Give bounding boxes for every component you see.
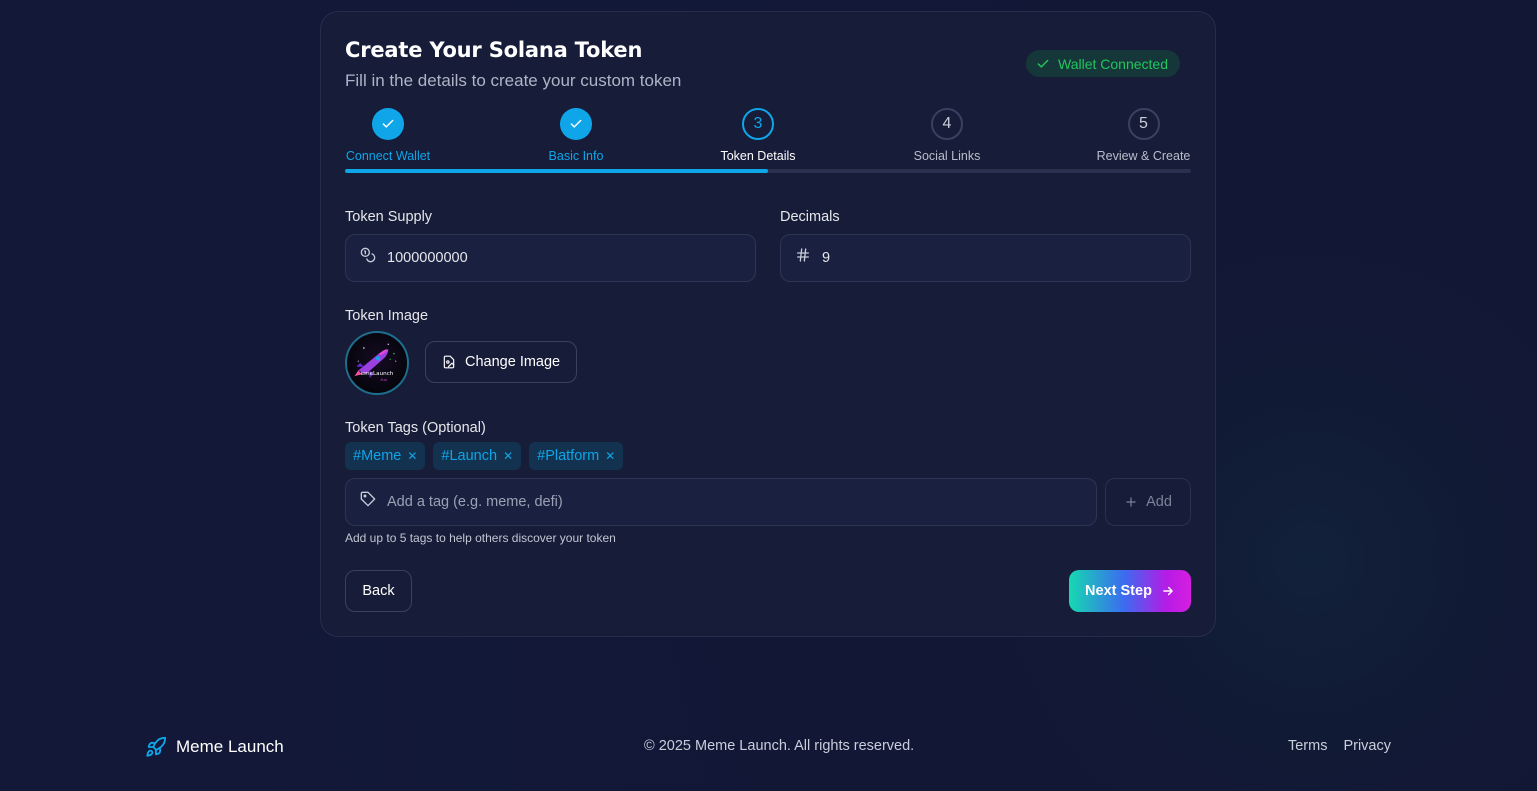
step-token-details: 3 Token Details xyxy=(719,108,797,163)
tag-text: #Meme xyxy=(353,448,402,464)
next-step-button[interactable]: Next Step xyxy=(1069,570,1191,612)
step-1-label: Connect Wallet xyxy=(345,149,431,163)
svg-text:emeLaunch: emeLaunch xyxy=(361,371,394,377)
progress-bar xyxy=(345,169,1191,173)
tag-chip: #Meme ✕ xyxy=(345,442,426,470)
decimals-label: Decimals xyxy=(780,209,840,225)
step-3-circle: 3 xyxy=(742,108,774,140)
rocket-icon xyxy=(146,736,167,757)
page-subtitle: Fill in the details to create your custo… xyxy=(345,71,682,90)
token-supply-value: 1000000000 xyxy=(387,250,468,266)
token-image-label: Token Image xyxy=(345,308,429,324)
tag-list: #Meme ✕ #Launch ✕ #Platform ✕ xyxy=(345,442,624,470)
wallet-status-text: Wallet Connected xyxy=(1058,55,1168,72)
step-review-create: 5 Review & Create xyxy=(1096,108,1191,163)
token-supply-input[interactable]: 1000000000 xyxy=(345,234,756,282)
tag-icon xyxy=(360,491,376,507)
hash-icon xyxy=(797,248,809,262)
step-1-circle xyxy=(372,108,404,140)
step-basic-info: Basic Info xyxy=(545,108,607,163)
check-icon xyxy=(570,119,582,128)
check-icon xyxy=(382,119,394,128)
svg-text:.fun: .fun xyxy=(380,378,388,382)
check-icon xyxy=(1037,59,1049,68)
add-tag-label: Add xyxy=(1146,494,1172,510)
step-5-circle: 5 xyxy=(1127,108,1160,140)
terms-link[interactable]: Terms xyxy=(1288,738,1327,754)
token-image-preview: emeLaunch .fun xyxy=(345,331,409,395)
footer: Meme Launch © 2025 Meme Launch. All righ… xyxy=(0,720,1537,772)
step-4-label: Social Links xyxy=(913,149,981,163)
stepper: Connect Wallet Basic Info 3 Token Detail… xyxy=(345,108,1191,174)
token-supply-label: Token Supply xyxy=(345,209,433,225)
page-title: Create Your Solana Token xyxy=(345,38,643,62)
arrow-right-icon xyxy=(1163,586,1173,596)
remove-tag-icon[interactable]: ✕ xyxy=(605,449,615,463)
file-image-icon xyxy=(443,355,455,369)
token-tags-label: Token Tags (Optional) xyxy=(345,420,486,436)
tag-text: #Platform xyxy=(537,448,600,464)
plus-icon xyxy=(1126,497,1136,507)
step-connect-wallet: Connect Wallet xyxy=(345,108,431,163)
wallet-status-badge: Wallet Connected xyxy=(1026,50,1180,77)
tag-input[interactable]: Add a tag (e.g. meme, defi) xyxy=(345,478,1097,526)
step-2-label: Basic Info xyxy=(548,149,604,163)
progress-fill xyxy=(345,169,768,173)
remove-tag-icon[interactable]: ✕ xyxy=(407,449,417,463)
tag-chip: #Launch ✕ xyxy=(433,442,522,470)
footer-brand[interactable]: Meme Launch xyxy=(145,736,284,758)
tag-hint: Add up to 5 tags to help others discover… xyxy=(345,531,616,545)
step-5-label: Review & Create xyxy=(1096,149,1191,163)
remove-tag-icon[interactable]: ✕ xyxy=(503,449,513,463)
add-tag-button[interactable]: Add xyxy=(1105,478,1191,526)
step-3-label: Token Details xyxy=(720,149,796,163)
step-2-circle xyxy=(560,108,592,140)
rocket-logo-image: emeLaunch .fun xyxy=(354,343,397,382)
next-step-label: Next Step xyxy=(1085,583,1152,599)
step-social-links: 4 Social Links xyxy=(911,108,983,163)
create-token-card: Create Your Solana Token Fill in the det… xyxy=(320,11,1216,637)
change-image-button[interactable]: Change Image xyxy=(425,341,578,383)
coins-icon xyxy=(360,247,376,263)
back-button[interactable]: Back xyxy=(345,570,412,612)
step-4-circle: 4 xyxy=(931,108,963,140)
copyright-text: © 2025 Meme Launch. All rights reserved. xyxy=(644,738,915,754)
privacy-link[interactable]: Privacy xyxy=(1343,738,1391,754)
change-image-label: Change Image xyxy=(465,354,561,370)
footer-brand-name: Meme Launch xyxy=(176,737,284,756)
tag-input-placeholder: Add a tag (e.g. meme, defi) xyxy=(387,494,563,510)
tag-text: #Launch xyxy=(441,448,498,464)
decimals-value: 9 xyxy=(822,250,831,266)
decimals-input[interactable]: 9 xyxy=(780,234,1191,282)
footer-links: Terms Privacy xyxy=(1288,738,1391,754)
tag-chip: #Platform ✕ xyxy=(529,442,624,470)
